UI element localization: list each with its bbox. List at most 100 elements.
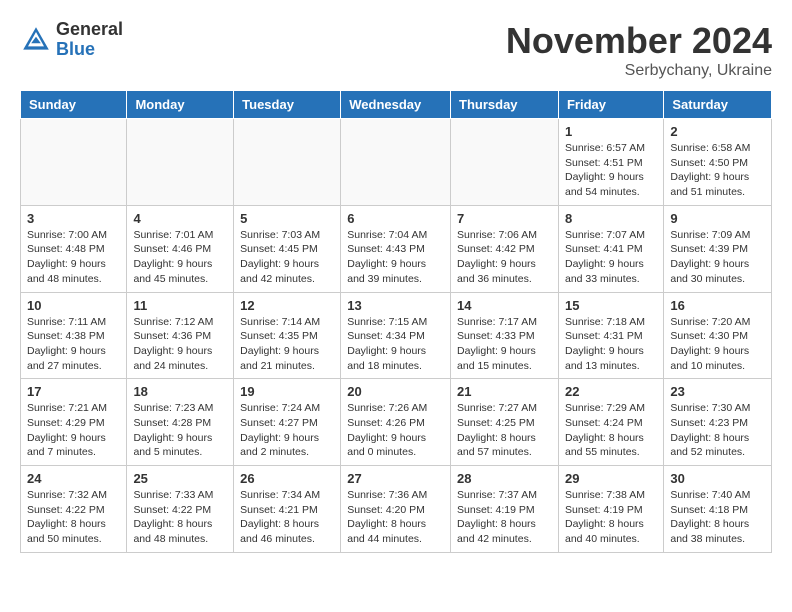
- day-number: 11: [133, 298, 227, 313]
- table-row: 26 Sunrise: 7:34 AM Sunset: 4:21 PM Dayli…: [234, 466, 341, 553]
- day-number: 10: [27, 298, 120, 313]
- day-info: Sunrise: 7:09 AM Sunset: 4:39 PM Dayligh…: [670, 228, 765, 287]
- day-info: Sunrise: 6:58 AM Sunset: 4:50 PM Dayligh…: [670, 141, 765, 200]
- table-row: 30 Sunrise: 7:40 AM Sunset: 4:18 PM Dayli…: [664, 466, 772, 553]
- calendar-week-row: 3 Sunrise: 7:00 AM Sunset: 4:48 PM Daylig…: [21, 205, 772, 292]
- day-info: Sunrise: 7:32 AM Sunset: 4:22 PM Dayligh…: [27, 488, 120, 547]
- table-row: 8 Sunrise: 7:07 AM Sunset: 4:41 PM Daylig…: [558, 205, 663, 292]
- table-row: 5Sunrise: 7:03 AM Sunset: 4:45 PM Daylig…: [234, 205, 341, 292]
- table-row: 11 Sunrise: 7:12 AM Sunset: 4:36 PM Dayli…: [127, 292, 234, 379]
- day-number: 3: [27, 211, 120, 226]
- day-number: 4: [133, 211, 227, 226]
- logo-icon: [20, 24, 52, 56]
- day-number: 8: [565, 211, 657, 226]
- day-info: Sunrise: 7:29 AM Sunset: 4:24 PM Dayligh…: [565, 401, 657, 460]
- table-row: 23Sunrise: 7:30 AM Sunset: 4:23 PM Dayli…: [664, 379, 772, 466]
- day-info: Sunrise: 7:11 AM Sunset: 4:38 PM Dayligh…: [27, 315, 120, 374]
- table-row: [127, 119, 234, 206]
- day-info: Sunrise: 7:24 AM Sunset: 4:27 PM Dayligh…: [240, 401, 334, 460]
- table-row: 12Sunrise: 7:14 AM Sunset: 4:35 PM Dayli…: [234, 292, 341, 379]
- day-info: Sunrise: 7:23 AM Sunset: 4:28 PM Dayligh…: [133, 401, 227, 460]
- table-row: 17Sunrise: 7:21 AM Sunset: 4:29 PM Dayli…: [21, 379, 127, 466]
- table-row: 21 Sunrise: 7:27 AM Sunset: 4:25 PM Dayli…: [451, 379, 559, 466]
- day-info: Sunrise: 7:18 AM Sunset: 4:31 PM Dayligh…: [565, 315, 657, 374]
- day-info: Sunrise: 7:12 AM Sunset: 4:36 PM Dayligh…: [133, 315, 227, 374]
- month-title: November 2024: [506, 20, 772, 62]
- day-number: 28: [457, 471, 552, 486]
- header-saturday: Saturday: [664, 91, 772, 119]
- table-row: 22 Sunrise: 7:29 AM Sunset: 4:24 PM Dayli…: [558, 379, 663, 466]
- day-number: 6: [347, 211, 444, 226]
- calendar-header-row: Sunday Monday Tuesday Wednesday Thursday…: [21, 91, 772, 119]
- day-number: 30: [670, 471, 765, 486]
- table-row: 24 Sunrise: 7:32 AM Sunset: 4:22 PM Dayli…: [21, 466, 127, 553]
- table-row: 29 Sunrise: 7:38 AM Sunset: 4:19 PM Dayli…: [558, 466, 663, 553]
- table-row: 3 Sunrise: 7:00 AM Sunset: 4:48 PM Daylig…: [21, 205, 127, 292]
- table-row: 14 Sunrise: 7:17 AM Sunset: 4:33 PM Dayli…: [451, 292, 559, 379]
- table-row: 28 Sunrise: 7:37 AM Sunset: 4:19 PM Dayli…: [451, 466, 559, 553]
- day-number: 24: [27, 471, 120, 486]
- table-row: 6 Sunrise: 7:04 AM Sunset: 4:43 PM Daylig…: [341, 205, 451, 292]
- day-info: Sunrise: 7:37 AM Sunset: 4:19 PM Dayligh…: [457, 488, 552, 547]
- day-number: 16: [670, 298, 765, 313]
- logo-general: General: [56, 20, 123, 40]
- table-row: 1Sunrise: 6:57 AM Sunset: 4:51 PM Daylig…: [558, 119, 663, 206]
- day-number: 22: [565, 384, 657, 399]
- day-info: Sunrise: 7:40 AM Sunset: 4:18 PM Dayligh…: [670, 488, 765, 547]
- table-row: [21, 119, 127, 206]
- logo: General Blue: [20, 20, 123, 60]
- table-row: 20 Sunrise: 7:26 AM Sunset: 4:26 PM Dayli…: [341, 379, 451, 466]
- header-monday: Monday: [127, 91, 234, 119]
- table-row: [234, 119, 341, 206]
- day-number: 29: [565, 471, 657, 486]
- table-row: 10 Sunrise: 7:11 AM Sunset: 4:38 PM Dayli…: [21, 292, 127, 379]
- header-sunday: Sunday: [21, 91, 127, 119]
- day-number: 12: [240, 298, 334, 313]
- day-number: 26: [240, 471, 334, 486]
- day-info: Sunrise: 7:17 AM Sunset: 4:33 PM Dayligh…: [457, 315, 552, 374]
- day-info: Sunrise: 7:38 AM Sunset: 4:19 PM Dayligh…: [565, 488, 657, 547]
- day-number: 7: [457, 211, 552, 226]
- day-info: Sunrise: 7:04 AM Sunset: 4:43 PM Dayligh…: [347, 228, 444, 287]
- day-number: 20: [347, 384, 444, 399]
- header-friday: Friday: [558, 91, 663, 119]
- day-info: Sunrise: 7:20 AM Sunset: 4:30 PM Dayligh…: [670, 315, 765, 374]
- title-block: November 2024 Serbychany, Ukraine: [506, 20, 772, 80]
- page-header: General Blue November 2024 Serbychany, U…: [20, 20, 772, 80]
- day-number: 2: [670, 124, 765, 139]
- day-info: Sunrise: 7:26 AM Sunset: 4:26 PM Dayligh…: [347, 401, 444, 460]
- day-info: Sunrise: 7:15 AM Sunset: 4:34 PM Dayligh…: [347, 315, 444, 374]
- day-info: Sunrise: 7:03 AM Sunset: 4:45 PM Dayligh…: [240, 228, 334, 287]
- header-thursday: Thursday: [451, 91, 559, 119]
- location: Serbychany, Ukraine: [506, 62, 772, 80]
- table-row: 27Sunrise: 7:36 AM Sunset: 4:20 PM Dayli…: [341, 466, 451, 553]
- day-info: Sunrise: 7:01 AM Sunset: 4:46 PM Dayligh…: [133, 228, 227, 287]
- day-number: 9: [670, 211, 765, 226]
- table-row: [341, 119, 451, 206]
- table-row: 18Sunrise: 7:23 AM Sunset: 4:28 PM Dayli…: [127, 379, 234, 466]
- day-info: Sunrise: 7:00 AM Sunset: 4:48 PM Dayligh…: [27, 228, 120, 287]
- table-row: 2 Sunrise: 6:58 AM Sunset: 4:50 PM Daylig…: [664, 119, 772, 206]
- day-number: 25: [133, 471, 227, 486]
- day-number: 13: [347, 298, 444, 313]
- day-info: Sunrise: 7:33 AM Sunset: 4:22 PM Dayligh…: [133, 488, 227, 547]
- calendar-week-row: 1Sunrise: 6:57 AM Sunset: 4:51 PM Daylig…: [21, 119, 772, 206]
- logo-text: General Blue: [56, 20, 123, 60]
- table-row: 7 Sunrise: 7:06 AM Sunset: 4:42 PM Daylig…: [451, 205, 559, 292]
- day-info: Sunrise: 7:34 AM Sunset: 4:21 PM Dayligh…: [240, 488, 334, 547]
- table-row: 16 Sunrise: 7:20 AM Sunset: 4:30 PM Dayli…: [664, 292, 772, 379]
- table-row: 13 Sunrise: 7:15 AM Sunset: 4:34 PM Dayli…: [341, 292, 451, 379]
- day-number: 14: [457, 298, 552, 313]
- day-info: Sunrise: 7:06 AM Sunset: 4:42 PM Dayligh…: [457, 228, 552, 287]
- day-number: 21: [457, 384, 552, 399]
- header-tuesday: Tuesday: [234, 91, 341, 119]
- table-row: 9 Sunrise: 7:09 AM Sunset: 4:39 PM Daylig…: [664, 205, 772, 292]
- day-info: Sunrise: 7:27 AM Sunset: 4:25 PM Dayligh…: [457, 401, 552, 460]
- calendar-table: Sunday Monday Tuesday Wednesday Thursday…: [20, 90, 772, 553]
- day-info: Sunrise: 7:07 AM Sunset: 4:41 PM Dayligh…: [565, 228, 657, 287]
- calendar-week-row: 24 Sunrise: 7:32 AM Sunset: 4:22 PM Dayli…: [21, 466, 772, 553]
- table-row: 25 Sunrise: 7:33 AM Sunset: 4:22 PM Dayli…: [127, 466, 234, 553]
- day-number: 19: [240, 384, 334, 399]
- calendar-week-row: 17Sunrise: 7:21 AM Sunset: 4:29 PM Dayli…: [21, 379, 772, 466]
- header-wednesday: Wednesday: [341, 91, 451, 119]
